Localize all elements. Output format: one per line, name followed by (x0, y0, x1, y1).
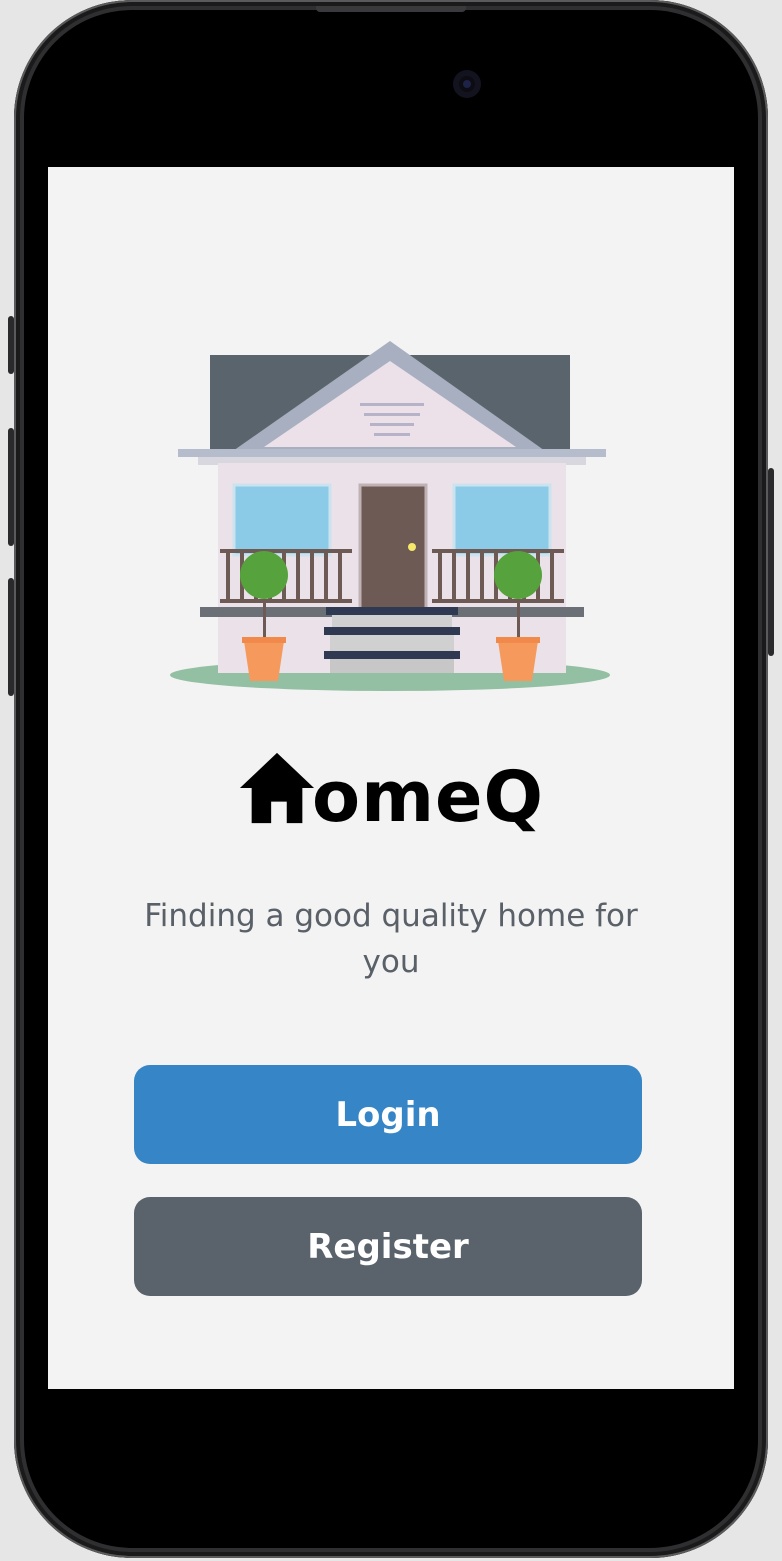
power-button (768, 468, 774, 656)
speaker-slot (316, 6, 466, 12)
app-screen: omeQ Finding a good quality home for you… (48, 167, 734, 1389)
front-camera (453, 70, 481, 98)
house-h-icon (239, 752, 315, 824)
register-button[interactable]: Register (134, 1197, 642, 1296)
login-button[interactable]: Login (134, 1065, 642, 1164)
volume-up-button (8, 428, 14, 546)
house-illustration (170, 341, 610, 691)
action-button (8, 316, 14, 374)
volume-down-button (8, 578, 14, 696)
tagline: Finding a good quality home for you (144, 898, 638, 980)
app-logo: omeQ (48, 749, 734, 842)
app-name: omeQ (311, 756, 544, 838)
